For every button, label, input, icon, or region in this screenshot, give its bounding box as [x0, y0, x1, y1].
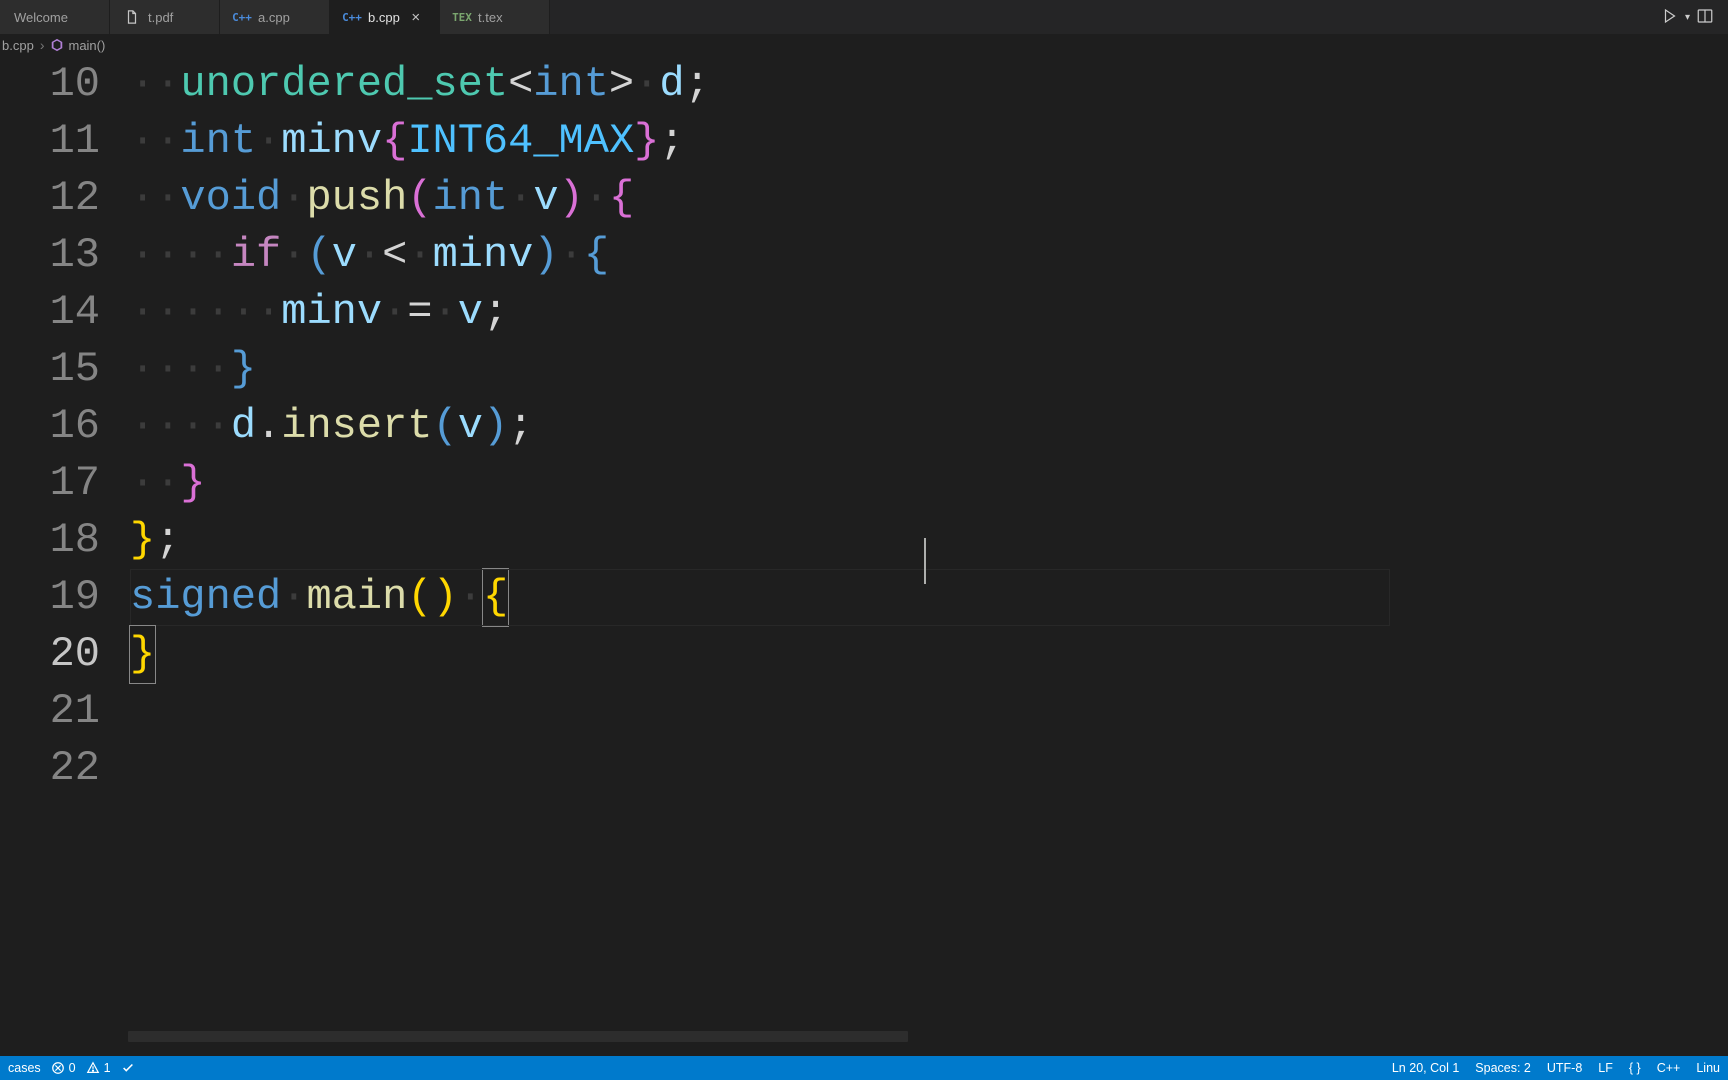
code-line[interactable]: }	[130, 626, 1728, 683]
tab-t-pdf[interactable]: t.pdf	[110, 0, 220, 34]
tab-Welcome[interactable]: Welcome	[0, 0, 110, 34]
line-number[interactable]: 12	[0, 170, 110, 227]
line-number[interactable]: 10	[0, 56, 110, 113]
status-cursor-position[interactable]: Ln 20, Col 1	[1392, 1061, 1459, 1075]
tex-file-icon: TEX	[454, 9, 470, 25]
status-error-count: 0	[69, 1061, 76, 1075]
close-icon[interactable]: ×	[408, 9, 424, 25]
breadcrumb-file[interactable]: b.cpp	[2, 38, 34, 53]
chevron-down-icon[interactable]: ▾	[1685, 12, 1690, 23]
status-warning-count: 1	[104, 1061, 111, 1075]
status-language[interactable]: C++	[1657, 1061, 1681, 1075]
split-editor-icon[interactable]	[1696, 7, 1714, 28]
line-number[interactable]: 15	[0, 341, 110, 398]
code-line[interactable]: ····}	[130, 341, 1728, 398]
tab-label: Welcome	[14, 10, 68, 25]
tab-label: a.cpp	[258, 10, 290, 25]
status-language-icon[interactable]: { }	[1629, 1061, 1641, 1075]
status-eol[interactable]: LF	[1598, 1061, 1613, 1075]
run-icon[interactable]	[1661, 7, 1679, 28]
code-line[interactable]: signed·main()·{	[130, 569, 1728, 626]
tab-a-cpp[interactable]: C++ a.cpp	[220, 0, 330, 34]
line-number[interactable]: 14	[0, 284, 110, 341]
breadcrumb-symbol[interactable]: main()	[68, 38, 105, 53]
status-bar: cases 0 1 Ln 20, Col 1 Spaces: 2 UTF-8 L…	[0, 1056, 1728, 1080]
bracket-match: {	[482, 568, 509, 627]
line-number[interactable]: 16	[0, 398, 110, 455]
cpp-file-icon: C++	[344, 9, 360, 25]
status-problems[interactable]: 0 1	[51, 1061, 111, 1075]
line-number[interactable]: 13	[0, 227, 110, 284]
line-number[interactable]: 21	[0, 683, 110, 740]
status-os[interactable]: Linu	[1696, 1061, 1720, 1075]
horizontal-scrollbar[interactable]	[128, 1031, 908, 1042]
symbol-method-icon	[50, 38, 64, 52]
warning-icon	[86, 1061, 100, 1075]
tab-t-tex[interactable]: TEX t.tex	[440, 0, 550, 34]
tab-label: b.cpp	[368, 10, 400, 25]
code-line[interactable]: ····if·(v·<·minv)·{	[130, 227, 1728, 284]
line-number[interactable]: 20	[0, 626, 110, 683]
tab-label: t.tex	[478, 10, 503, 25]
line-number[interactable]: 17	[0, 455, 110, 512]
tab-label: t.pdf	[148, 10, 173, 25]
code-line[interactable]: ······minv·=·v;	[130, 284, 1728, 341]
editor-actions: ▾	[1647, 0, 1728, 34]
breadcrumb[interactable]: b.cpp › main()	[0, 34, 1728, 56]
line-number[interactable]: 22	[0, 740, 110, 797]
line-number-gutter: 10111213141516171819202122	[0, 56, 110, 797]
code-line[interactable]: ··int·minv{INT64_MAX};	[130, 113, 1728, 170]
check-icon	[121, 1061, 135, 1075]
code-line[interactable]: };	[130, 512, 1728, 569]
status-indentation[interactable]: Spaces: 2	[1475, 1061, 1531, 1075]
line-number[interactable]: 11	[0, 113, 110, 170]
status-cases[interactable]: cases	[8, 1061, 41, 1075]
line-number[interactable]: 19	[0, 569, 110, 626]
code-editor[interactable]: 10111213141516171819202122 ··unordered_s…	[0, 56, 1728, 1056]
bracket-match: }	[129, 625, 156, 684]
error-icon	[51, 1061, 65, 1075]
cpp-file-icon: C++	[234, 9, 250, 25]
status-encoding[interactable]: UTF-8	[1547, 1061, 1582, 1075]
code-line[interactable]: ··}	[130, 455, 1728, 512]
line-number[interactable]: 18	[0, 512, 110, 569]
tab-bar: Welcome t.pdf C++ a.cpp C++ b.cpp × TEX t.tex ▾	[0, 0, 1728, 34]
tab-b-cpp[interactable]: C++ b.cpp ×	[330, 0, 440, 34]
status-check[interactable]	[121, 1061, 135, 1075]
code-line[interactable]: ··void·push(int·v)·{	[130, 170, 1728, 227]
code-line[interactable]: ····d.insert(v);	[130, 398, 1728, 455]
text-cursor	[924, 538, 926, 584]
code-content[interactable]: ··unordered_set<int>·d;··int·minv{INT64_…	[130, 56, 1728, 683]
chevron-right-icon: ›	[40, 37, 45, 53]
code-line[interactable]: ··unordered_set<int>·d;	[130, 56, 1728, 113]
file-icon	[124, 9, 140, 25]
